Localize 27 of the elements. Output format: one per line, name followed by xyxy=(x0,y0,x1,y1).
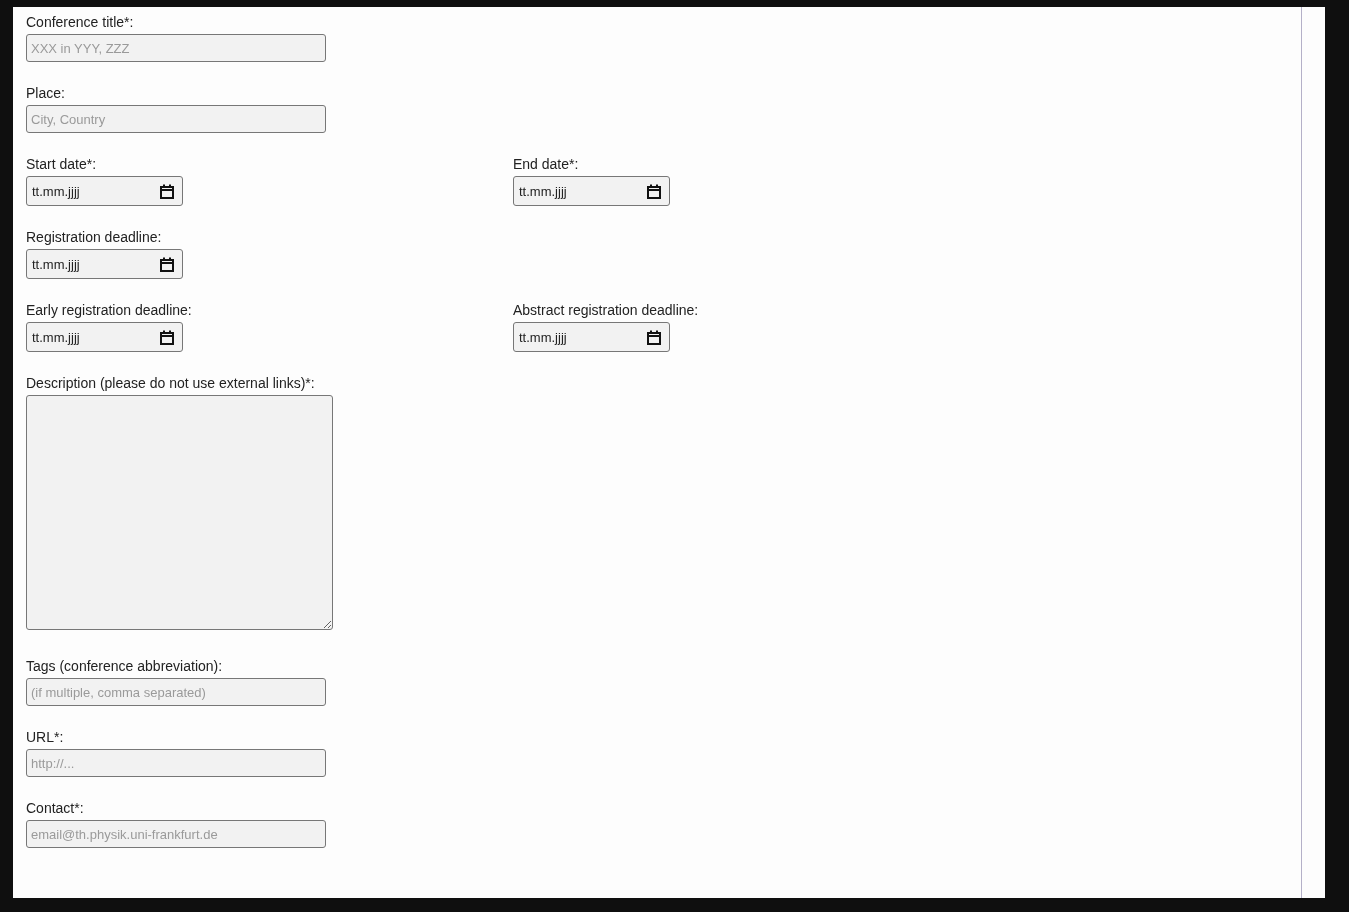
date-field[interactable]: tt.mm.jjjj xyxy=(26,249,183,279)
field-label: Abstract registration deadline: xyxy=(513,301,699,320)
date-field[interactable]: tt.mm.jjjj xyxy=(26,176,183,206)
text-field[interactable]: (if multiple, comma separated) xyxy=(26,678,326,706)
field-label: URL*: xyxy=(26,728,64,747)
calendar-icon[interactable] xyxy=(160,329,174,345)
text-field[interactable]: XXX in YYY, ZZZ xyxy=(26,34,326,62)
text-field[interactable]: email@th.physik.uni-frankfurt.de xyxy=(26,820,326,848)
field-label: Early registration deadline: xyxy=(26,301,192,320)
date-field[interactable]: tt.mm.jjjj xyxy=(513,322,670,352)
date-field[interactable]: tt.mm.jjjj xyxy=(26,322,183,352)
text-field[interactable]: http://... xyxy=(26,749,326,777)
field-label: Description (please do not use external links)*: xyxy=(26,374,315,393)
calendar-icon[interactable] xyxy=(160,256,174,272)
field-label: Conference title*: xyxy=(26,13,134,32)
date-field[interactable]: tt.mm.jjjj xyxy=(513,176,670,206)
field-label: Start date*: xyxy=(26,155,97,174)
calendar-icon[interactable] xyxy=(160,183,174,199)
field-label: Place: xyxy=(26,84,65,103)
description-field[interactable] xyxy=(26,395,333,630)
field-label: Registration deadline: xyxy=(26,228,162,247)
calendar-icon[interactable] xyxy=(647,183,661,199)
field-label: End date*: xyxy=(513,155,579,174)
field-label: Tags (conference abbreviation): xyxy=(26,657,223,676)
text-field[interactable]: City, Country xyxy=(26,105,326,133)
field-label: Contact*: xyxy=(26,799,84,818)
calendar-icon[interactable] xyxy=(647,329,661,345)
